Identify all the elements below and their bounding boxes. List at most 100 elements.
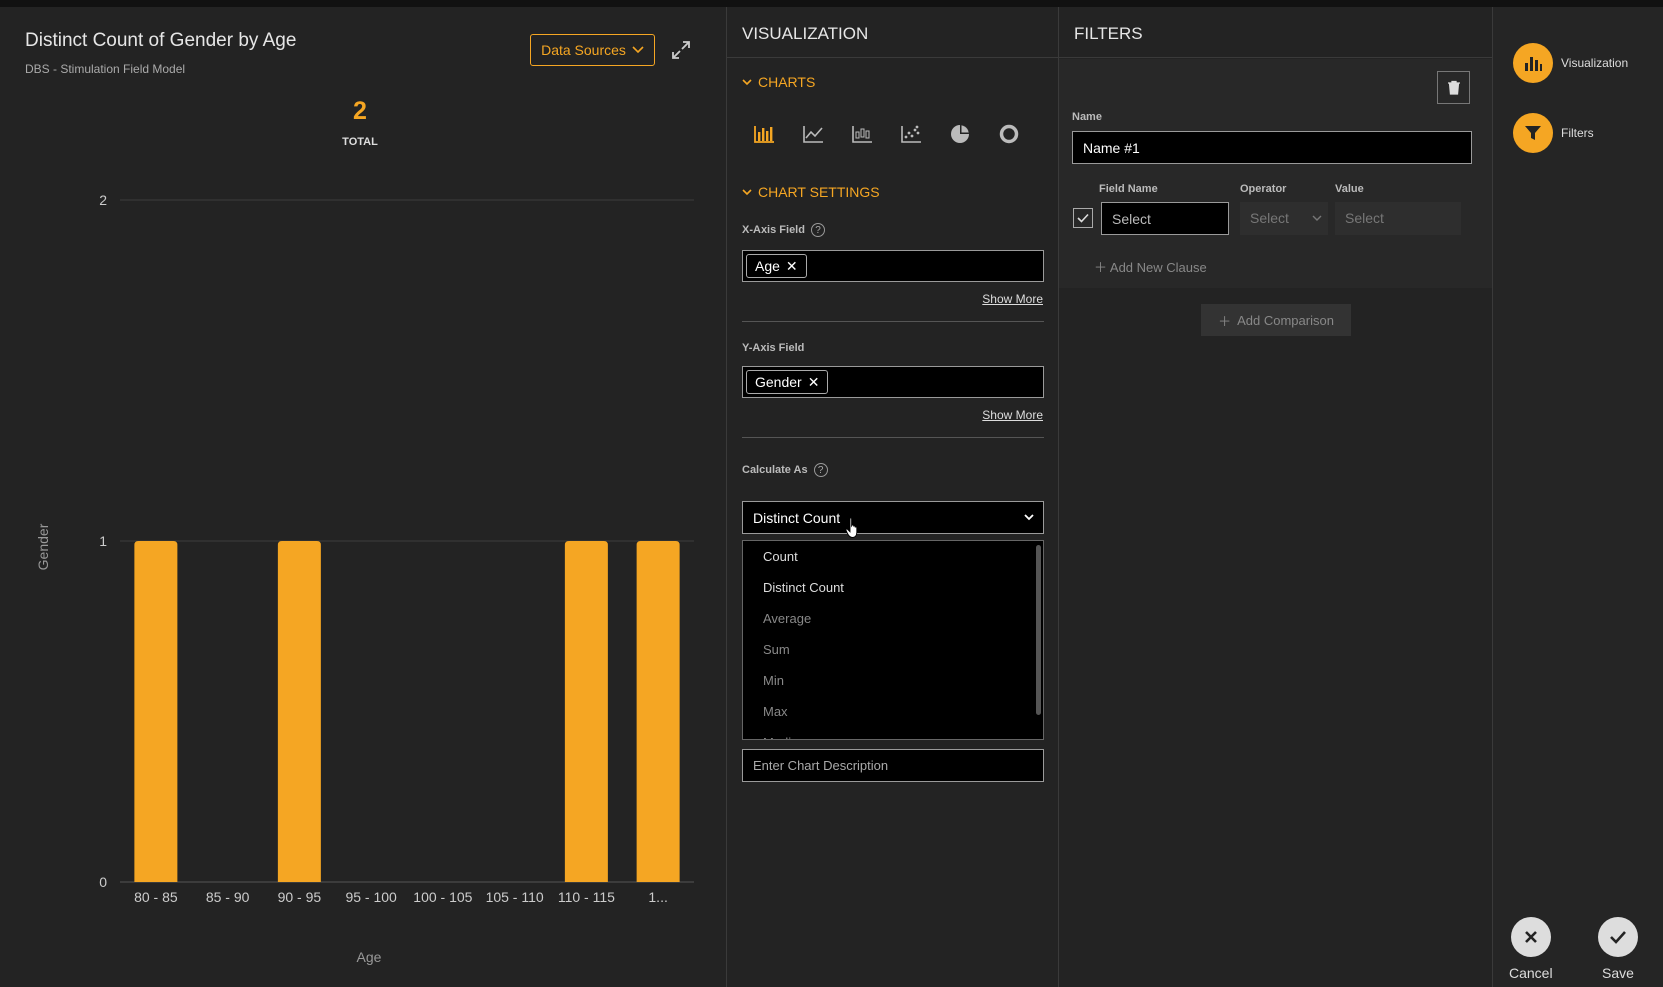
operator-label: Operator (1240, 183, 1287, 195)
y-tick-label: 0 (99, 874, 107, 890)
x-axis-show-more-link[interactable]: Show More (982, 292, 1043, 306)
x-axis-tag: Age ✕ (746, 254, 807, 278)
y-axis-tag-label: Gender (755, 374, 802, 390)
add-new-clause-button[interactable]: ＋ Add New Clause (1094, 257, 1207, 276)
y-axis-field-input[interactable]: Gender ✕ (742, 366, 1044, 398)
charts-section-label: CHARTS (758, 74, 816, 90)
checkmark-icon (1077, 213, 1089, 223)
calculate-as-label-text: Calculate As (742, 464, 808, 476)
chart-description-input[interactable]: Enter Chart Description (742, 749, 1044, 782)
funnel-icon (1513, 113, 1553, 153)
top-bar (0, 0, 1663, 7)
calculate-as-dropdown: Count Distinct Count Average Sum Min Max… (742, 540, 1044, 740)
cancel-label: Cancel (1509, 965, 1553, 981)
operator-select-value: Select (1250, 210, 1289, 226)
visualization-header: VISUALIZATION (727, 7, 1058, 58)
donut-chart-icon[interactable] (997, 122, 1021, 146)
bar (134, 541, 178, 882)
dropdown-option-max[interactable]: Max (743, 696, 1043, 727)
calculate-as-label: Calculate As ? (742, 463, 828, 477)
dropdown-option-count[interactable]: Count (743, 541, 1043, 572)
y-tick-label: 1 (99, 533, 107, 549)
y-axis-show-more-link[interactable]: Show More (982, 408, 1043, 422)
save-button[interactable]: Save (1598, 917, 1638, 981)
filter-name-input[interactable]: Name #1 (1072, 131, 1472, 164)
add-comparison-button[interactable]: ＋ Add Comparison (1201, 304, 1351, 336)
scatter-chart-icon[interactable] (899, 122, 923, 146)
filter-name-label: Name (1072, 111, 1102, 123)
divider (742, 321, 1044, 322)
value-label: Value (1335, 183, 1364, 195)
help-icon[interactable]: ? (810, 223, 825, 237)
x-tick-label: 1... (648, 889, 667, 905)
sidebar-item-visualization[interactable]: Visualization (1513, 43, 1628, 83)
bar-chart-icon (1513, 43, 1553, 83)
chart-settings-label: CHART SETTINGS (758, 184, 880, 200)
delete-filter-button[interactable] (1437, 71, 1470, 104)
chart-settings-toggle[interactable]: CHART SETTINGS (742, 184, 880, 200)
hand-cursor-icon (845, 517, 858, 538)
plus-icon: ＋ (1094, 260, 1110, 275)
checkmark-icon (1598, 917, 1638, 957)
x-axis-field-input[interactable]: Age ✕ (742, 250, 1044, 282)
x-tick-label: 95 - 100 (345, 889, 397, 905)
y-axis-field-label: Y-Axis Field (742, 342, 804, 354)
chevron-down-icon (1024, 514, 1034, 521)
filter-group: Name Name #1 Field Name Operator Value S… (1059, 59, 1492, 288)
y-axis-title: Gender (35, 523, 51, 570)
bar-chart: 0 1 2 80 - 85 85 - 90 90 - 95 95 - 100 100 - 10… (35, 192, 694, 965)
x-axis-tag-label: Age (755, 258, 780, 274)
chart-type-selector (752, 122, 1021, 146)
add-clause-label: Add New Clause (1109, 260, 1207, 275)
line-chart-icon[interactable] (801, 122, 825, 146)
bar (564, 541, 608, 882)
clause-checkbox[interactable] (1073, 208, 1093, 228)
field-name-select[interactable]: Select (1101, 202, 1229, 235)
trash-icon (1447, 80, 1460, 95)
sidebar-item-filters[interactable]: Filters (1513, 113, 1594, 153)
bar (277, 541, 321, 882)
dropdown-scrollbar[interactable] (1036, 545, 1041, 715)
x-tick-label: 80 - 85 (134, 889, 178, 905)
remove-tag-icon[interactable]: ✕ (808, 374, 820, 391)
calculate-as-value: Distinct Count (753, 510, 841, 526)
divider (742, 437, 1044, 438)
x-axis-label-text: X-Axis Field (742, 224, 805, 236)
calculate-as-select[interactable]: Distinct Count (742, 501, 1044, 534)
operator-select[interactable]: Select (1240, 202, 1328, 235)
sidebar-item-label: Visualization (1561, 56, 1629, 70)
dropdown-option-average[interactable]: Average (743, 603, 1043, 634)
x-tick-label: 100 - 105 (413, 889, 472, 905)
help-icon[interactable]: ? (813, 463, 828, 477)
pie-chart-icon[interactable] (948, 122, 972, 146)
cancel-button[interactable]: Cancel (1509, 917, 1553, 981)
dropdown-option-sum[interactable]: Sum (743, 634, 1043, 665)
chevron-down-icon (742, 78, 752, 85)
filters-header: FILTERS (1059, 7, 1492, 58)
box-plot-icon[interactable] (850, 122, 874, 146)
remove-tag-icon[interactable]: ✕ (786, 258, 798, 275)
charts-section-toggle[interactable]: CHARTS (742, 74, 815, 90)
x-tick-label: 110 - 115 (558, 889, 615, 905)
bar-chart-icon[interactable] (752, 122, 776, 146)
x-tick-label: 85 - 90 (206, 889, 250, 905)
y-axis-tag: Gender ✕ (746, 370, 829, 394)
x-axis-field-label: X-Axis Field ? (742, 223, 825, 237)
sidebar-item-label: Filters (1561, 126, 1594, 140)
save-label: Save (1602, 965, 1634, 981)
x-tick-label: 105 - 110 (486, 889, 544, 905)
add-comparison-label: Add Comparison (1237, 312, 1334, 328)
dropdown-option-median[interactable]: Median (743, 727, 1043, 739)
filters-panel: FILTERS Name Name #1 Field Name Operator… (1059, 7, 1493, 987)
bar (636, 541, 680, 882)
y-tick-label: 2 (99, 192, 107, 208)
x-axis-title: Age (357, 949, 382, 965)
visualization-panel: VISUALIZATION CHARTS CHART SETTINGS X-Ax… (727, 7, 1059, 987)
right-sidebar: Visualization Filters Cancel Save (1493, 7, 1663, 987)
y-axis-label-text: Y-Axis Field (742, 342, 805, 354)
chart-panel: Distinct Count of Gender by Age DBS - St… (0, 7, 727, 987)
field-name-label: Field Name (1099, 183, 1158, 195)
dropdown-option-distinct-count[interactable]: Distinct Count (743, 572, 1043, 603)
dropdown-option-min[interactable]: Min (743, 665, 1043, 696)
value-select[interactable]: Select (1335, 202, 1461, 235)
